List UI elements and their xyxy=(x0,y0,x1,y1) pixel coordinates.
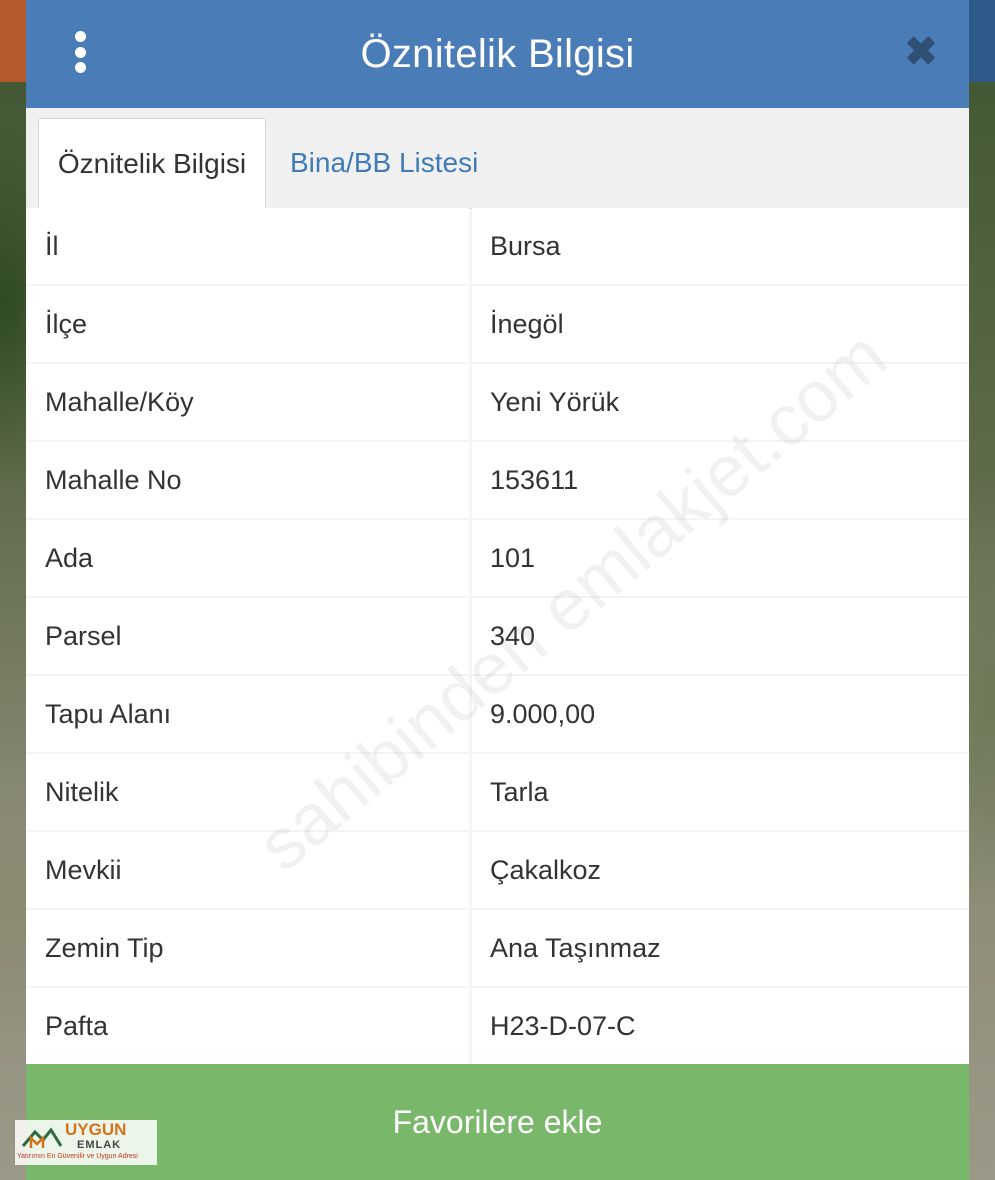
table-row: Ada 101 xyxy=(26,520,969,598)
attribute-value: Ana Taşınmaz xyxy=(472,910,969,986)
company-logo: UYGUN EMLAK Yatırımın En Güvenilir ve Uy… xyxy=(15,1120,157,1165)
close-icon[interactable]: ✖ xyxy=(901,32,941,72)
attribute-key: Parsel xyxy=(26,598,469,674)
tab-bar: Öznitelik Bilgisi Bina/BB Listesi xyxy=(26,108,969,209)
attribute-key: Ada xyxy=(26,520,469,596)
tab-attribute-info[interactable]: Öznitelik Bilgisi xyxy=(38,118,266,209)
attribute-value: Bursa xyxy=(472,208,969,284)
tab-building-list[interactable]: Bina/BB Listesi xyxy=(290,118,478,208)
table-row: Nitelik Tarla xyxy=(26,754,969,832)
attribute-value: H23-D-07-C xyxy=(472,988,969,1064)
house-logo-icon xyxy=(21,1127,63,1148)
table-row: Mahalle/Köy Yeni Yörük xyxy=(26,364,969,442)
attribute-key: Mahalle/Köy xyxy=(26,364,469,440)
table-row: Pafta H23-D-07-C xyxy=(26,988,969,1066)
attribute-key: Pafta xyxy=(26,988,469,1064)
attribute-value: Tarla xyxy=(472,754,969,830)
attribute-key: İlçe xyxy=(26,286,469,362)
table-row: Mahalle No 153611 xyxy=(26,442,969,520)
logo-name: UYGUN xyxy=(65,1120,127,1139)
table-row: Zemin Tip Ana Taşınmaz xyxy=(26,910,969,988)
attribute-key: Mevkii xyxy=(26,832,469,908)
attribute-key: Zemin Tip xyxy=(26,910,469,986)
table-row: İl Bursa xyxy=(26,208,969,286)
table-row: İlçe İnegöl xyxy=(26,286,969,364)
dialog-title: Öznitelik Bilgisi xyxy=(360,31,635,76)
table-row: Tapu Alanı 9.000,00 xyxy=(26,676,969,754)
attribute-dialog: Öznitelik Bilgisi ✖ Öznitelik Bilgisi Bi… xyxy=(26,0,969,1180)
add-to-favorites-button[interactable]: Favorilere ekle xyxy=(26,1064,969,1180)
logo-subtitle: EMLAK xyxy=(77,1139,122,1151)
attribute-key: Mahalle No xyxy=(26,442,469,518)
logo-tagline: Yatırımın En Güvenilir ve Uygun Adresi xyxy=(17,1153,138,1160)
attribute-value: 9.000,00 xyxy=(472,676,969,752)
attribute-table: İl Bursa İlçe İnegöl Mahalle/Köy Yeni Yö… xyxy=(26,208,969,1066)
attribute-key: Tapu Alanı xyxy=(26,676,469,752)
table-row: Parsel 340 xyxy=(26,598,969,676)
dialog-header: Öznitelik Bilgisi ✖ xyxy=(26,0,969,108)
more-vertical-icon[interactable] xyxy=(68,31,92,73)
attribute-key: İl xyxy=(26,208,469,284)
attribute-value: Yeni Yörük xyxy=(472,364,969,440)
attribute-value: 101 xyxy=(472,520,969,596)
attribute-value: İnegöl xyxy=(472,286,969,362)
table-row: Mevkii Çakalkoz xyxy=(26,832,969,910)
attribute-value: 340 xyxy=(472,598,969,674)
attribute-key: Nitelik xyxy=(26,754,469,830)
map-control-left xyxy=(0,0,26,82)
map-control-right xyxy=(969,0,995,82)
attribute-value: 153611 xyxy=(472,442,969,518)
attribute-value: Çakalkoz xyxy=(472,832,969,908)
